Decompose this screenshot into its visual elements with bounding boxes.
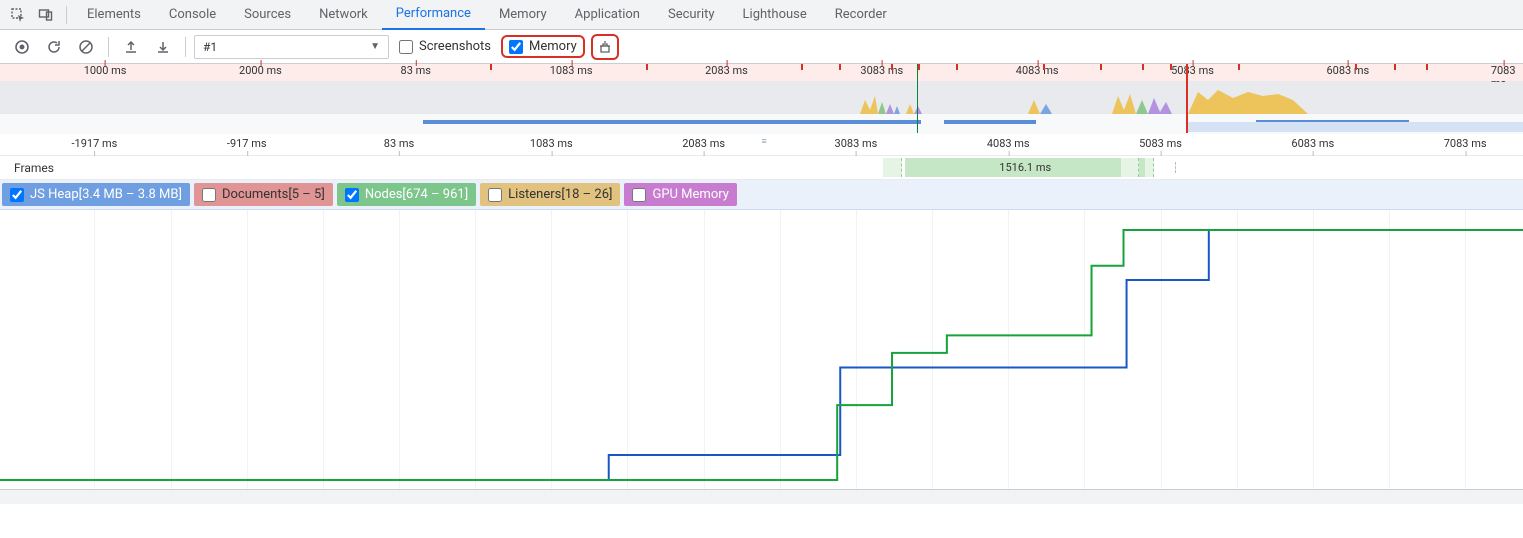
overview-network	[0, 114, 1523, 134]
tab-elements[interactable]: Elements	[73, 0, 155, 30]
device-toggle-icon[interactable]	[32, 0, 60, 30]
separator	[108, 37, 109, 57]
profile-selected-label: #1	[203, 40, 217, 54]
clear-button[interactable]	[72, 33, 100, 61]
flame-peak	[1188, 88, 1308, 114]
tab-performance[interactable]: Performance	[382, 0, 485, 30]
dr-tick: 5083 ms	[1139, 137, 1182, 150]
red-tick	[956, 64, 958, 70]
frame-gap	[1164, 162, 1176, 173]
frame-duration: 1516.1 ms	[999, 161, 1051, 174]
frames-lane[interactable]: Frames 1516.1 ms	[0, 156, 1523, 180]
red-tick	[839, 64, 841, 70]
dr-tick: 83 ms	[384, 137, 414, 150]
tab-network[interactable]: Network	[305, 0, 382, 30]
screenshots-label: Screenshots	[419, 39, 491, 54]
performance-toolbar: #1 ▼ Screenshots Memory	[0, 30, 1523, 64]
current-position-marker[interactable]	[1186, 64, 1188, 133]
summary-bar	[0, 490, 1523, 504]
memory-chart[interactable]	[0, 210, 1523, 490]
red-tick	[1170, 64, 1172, 70]
red-tick	[1100, 64, 1102, 70]
net-bar	[944, 120, 1035, 124]
ov-tick: 2000 ms	[239, 64, 282, 77]
detail-ruler[interactable]: -1917 ms -917 ms 83 ms 1083 ms 2083 ms 3…	[0, 134, 1523, 156]
ov-mem-fill	[1188, 122, 1523, 132]
flame-peak	[860, 92, 900, 114]
frame-block[interactable]: 1516.1 ms	[905, 158, 1147, 177]
legend-js-heap[interactable]: JS Heap[3.4 MB – 3.8 MB]	[2, 183, 190, 206]
devtools-tabstrip: Elements Console Sources Network Perform…	[0, 0, 1523, 30]
inspect-icon[interactable]	[4, 0, 32, 30]
red-tick	[1043, 64, 1045, 70]
dr-tick: 7083 ms	[1444, 137, 1487, 150]
ov-tick: 3083 ms	[860, 64, 903, 77]
ov-tick: 1000 ms	[84, 64, 127, 77]
red-tick	[1355, 64, 1357, 70]
red-tick	[1238, 64, 1240, 70]
tab-sources[interactable]: Sources	[230, 0, 305, 30]
reload-record-button[interactable]	[40, 33, 68, 61]
tab-security[interactable]: Security	[654, 0, 729, 30]
memory-checkbox-input[interactable]	[509, 40, 523, 54]
dr-tick: 4083 ms	[987, 137, 1030, 150]
memory-chart-svg	[0, 210, 1523, 490]
ov-tick: 5083 ms	[1171, 64, 1214, 77]
legend-gpu[interactable]: GPU Memory	[624, 183, 736, 206]
red-tick	[1394, 64, 1396, 70]
overview-activity	[0, 82, 1523, 114]
separator	[185, 37, 186, 57]
red-tick	[490, 64, 492, 70]
tab-recorder[interactable]: Recorder	[821, 0, 901, 30]
flame-peak	[1028, 94, 1058, 114]
red-tick	[801, 64, 803, 70]
memory-checkbox[interactable]: Memory	[501, 35, 585, 58]
dr-tick: 1083 ms	[530, 137, 573, 150]
overview-pane[interactable]: 1000 ms 2000 ms 83 ms 1083 ms 2083 ms 30…	[0, 64, 1523, 134]
dr-tick: -1917 ms	[72, 137, 118, 150]
red-tick	[1426, 64, 1428, 70]
ov-tick: 2083 ms	[705, 64, 748, 77]
net-bar	[792, 120, 921, 124]
overview-ruler: 1000 ms 2000 ms 83 ms 1083 ms 2083 ms 30…	[0, 64, 1523, 82]
memory-legend-row: JS Heap[3.4 MB – 3.8 MB] Documents[5 – 5…	[0, 180, 1523, 210]
red-tick	[1142, 64, 1144, 70]
flame-peak	[1112, 90, 1172, 114]
screenshots-checkbox-input[interactable]	[399, 40, 413, 54]
separator	[66, 6, 67, 24]
load-profile-button[interactable]	[117, 33, 145, 61]
red-tick	[891, 64, 893, 70]
record-button[interactable]	[8, 33, 36, 61]
red-tick	[646, 64, 648, 70]
legend-listeners[interactable]: Listeners[18 – 26]	[480, 183, 620, 206]
dr-tick: -917 ms	[227, 137, 267, 150]
ov-tick: 6083 ms	[1326, 64, 1369, 77]
timestamp-marker	[917, 64, 918, 133]
frame-block[interactable]	[1121, 158, 1139, 177]
dr-tick: 2083 ms	[682, 137, 725, 150]
legend-nodes[interactable]: Nodes[674 – 961]	[337, 183, 476, 206]
memory-label: Memory	[529, 39, 577, 54]
legend-documents[interactable]: Documents[5 – 5]	[194, 183, 333, 206]
tab-console[interactable]: Console	[155, 0, 230, 30]
profile-selector[interactable]: #1 ▼	[194, 35, 389, 59]
tab-memory[interactable]: Memory	[485, 0, 561, 30]
ov-tick: 83 ms	[401, 64, 431, 77]
dr-tick: 3083 ms	[835, 137, 878, 150]
chevron-down-icon: ▼	[370, 41, 380, 52]
tab-application[interactable]: Application	[561, 0, 654, 30]
red-tick	[918, 64, 920, 70]
screenshots-checkbox[interactable]: Screenshots	[393, 37, 497, 56]
collect-garbage-button[interactable]	[591, 34, 619, 60]
frame-block[interactable]	[1145, 158, 1154, 177]
frames-track: 1516.1 ms	[0, 158, 1523, 177]
ov-tick: 4083 ms	[1016, 64, 1059, 77]
tab-lighthouse[interactable]: Lighthouse	[729, 0, 821, 30]
frame-block[interactable]	[883, 158, 901, 177]
resize-grip[interactable]: ≡	[762, 136, 769, 147]
dr-tick: 6083 ms	[1291, 137, 1334, 150]
save-profile-button[interactable]	[149, 33, 177, 61]
ov-tick: 1083 ms	[550, 64, 593, 77]
